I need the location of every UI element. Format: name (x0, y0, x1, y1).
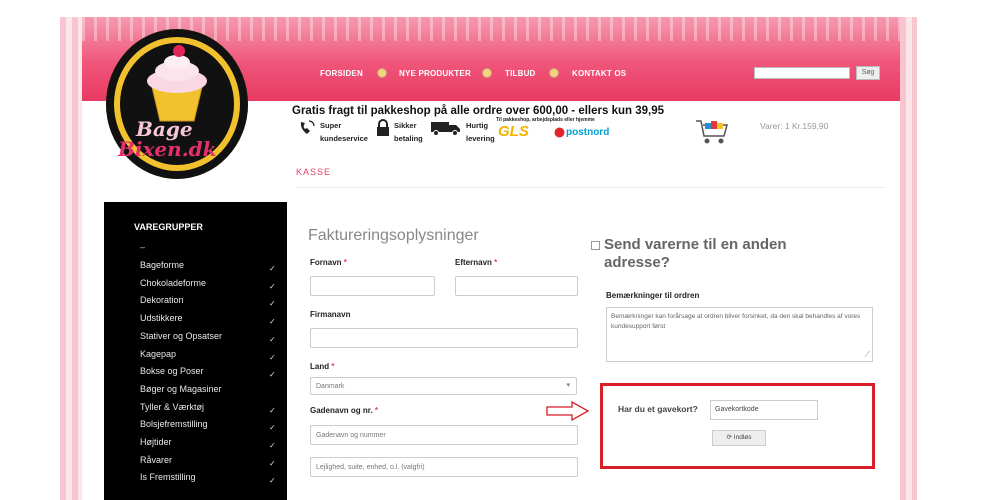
notes-label: Bemærkninger til ordren (606, 291, 700, 300)
arrow-right-icon (546, 401, 590, 421)
feature-line: levering (466, 134, 495, 143)
search-input[interactable] (754, 67, 850, 79)
nav-kontakt-os[interactable]: KONTAKT OS (572, 69, 626, 78)
feature-line: betaling (394, 134, 423, 143)
sidebar-item[interactable]: Is Fremstilling (140, 472, 196, 482)
lock-icon (377, 119, 389, 136)
required-mark: * (374, 406, 379, 415)
country-select[interactable]: Danmark ▾ (310, 377, 577, 395)
notes-placeholder: Bemærkninger kan forårsage at ordren bli… (611, 313, 861, 330)
gift-card-label: Har du et gavekort? (618, 404, 698, 414)
search-button[interactable]: Søg (856, 66, 880, 80)
checkmark-icon: ✓ (269, 423, 276, 433)
sidebar-title: VAREGRUPPER (134, 222, 203, 232)
sidebar-dash: – (140, 242, 146, 252)
feature-line: kundeservice (320, 134, 368, 143)
nav-tilbud[interactable]: TILBUD (505, 69, 536, 78)
sidebar-item[interactable]: Dekoration (140, 295, 184, 305)
checkmark-icon: ✓ (269, 334, 276, 344)
feature-betaling: Sikker betaling (394, 119, 423, 145)
lastname-field[interactable] (455, 276, 578, 296)
breadcrumb: KASSE (296, 167, 332, 177)
nav-separator-icon (377, 68, 387, 78)
checkmark-icon: ✓ (269, 405, 276, 415)
lastname-label: Efternavn * (455, 258, 497, 267)
sidebar-item[interactable]: Kagepap (140, 349, 176, 359)
label-text: Fornavn (310, 258, 342, 267)
feature-levering: Hurtig levering (466, 119, 495, 145)
phone-icon (300, 120, 315, 134)
sidebar-item[interactable]: Udstikkere (140, 313, 183, 323)
checkmark-icon: ✓ (269, 352, 276, 362)
billing-title: Faktureringsoplysninger (308, 227, 479, 244)
checkmark-icon: ✓ (269, 317, 276, 327)
ship-different-checkbox[interactable] (591, 241, 600, 250)
company-label: Firmanavn (310, 310, 351, 319)
chevron-down-icon: ▾ (566, 382, 570, 389)
resize-handle-icon[interactable]: ⟋ (864, 350, 870, 360)
label-text: Land (310, 362, 330, 371)
sidebar-item[interactable]: Bokse og Poser (140, 366, 204, 376)
redeem-button[interactable]: ⟳ Indløs (712, 430, 766, 446)
feature-line: Hurtig (466, 121, 489, 130)
checkmark-icon: ✓ (269, 370, 276, 380)
sidebar-item[interactable]: Bøger og Magasiner (140, 384, 222, 394)
country-value: Danmark (316, 383, 345, 390)
gift-card-highlight (600, 383, 875, 469)
sidebar-item[interactable]: Højtider (140, 437, 172, 447)
nav-separator-icon (482, 68, 492, 78)
street-field[interactable]: Gadenavn og nummer (310, 425, 578, 445)
logo-text-bixen: Bixen.dk (118, 137, 217, 161)
firstname-field[interactable] (310, 276, 435, 296)
gls-logo: GLS (498, 123, 529, 140)
sidebar-item[interactable]: Råvarer (140, 455, 172, 465)
postnord-logo: postnord (566, 127, 610, 138)
ship-different-title[interactable]: Send varerne til en anden adresse? (604, 236, 824, 272)
sidebar-item[interactable]: Bageforme (140, 260, 184, 270)
street2-field[interactable]: Lejlighed, suite, enhed, o.l. (valgfri) (310, 457, 578, 477)
checkmark-icon: ✓ (269, 281, 276, 291)
checkmark-icon: ✓ (269, 441, 276, 450)
sidebar-item[interactable]: Chokoladeforme (140, 278, 206, 288)
feature-line: Sikker (394, 121, 417, 130)
page-frame: FORSIDEN NYE PRODUKTER TILBUD KONTAKT OS… (60, 17, 917, 500)
shipping-banner: Gratis fragt til pakkeshop på alle ordre… (292, 105, 664, 117)
truck-icon (431, 122, 460, 136)
nav-separator-icon (549, 68, 559, 78)
country-label: Land * (310, 362, 334, 371)
gift-card-input[interactable]: Gavekortkode (710, 400, 818, 420)
redeem-label: Indløs (733, 434, 752, 441)
order-notes-textarea[interactable]: Bemærkninger kan forårsage at ordren bli… (606, 307, 873, 362)
sidebar-item[interactable]: Bolsjefremstilling (140, 419, 208, 429)
postnord-icon (554, 127, 565, 138)
nav-forsiden[interactable]: FORSIDEN (320, 69, 363, 78)
street-label: Gadenavn og nr. * (310, 406, 378, 415)
category-sidebar: VAREGRUPPER – Bageforme ✓ Chokoladeforme ✓ D… (104, 202, 287, 500)
label-text: Efternavn (455, 258, 492, 267)
refresh-icon: ⟳ (726, 434, 732, 441)
firstname-label: Fornavn * (310, 258, 347, 267)
checkmark-icon: ✓ (269, 476, 276, 486)
checkmark-icon: ✓ (269, 458, 276, 468)
sidebar-item[interactable]: Stativer og Opsatser (140, 331, 222, 341)
feature-line: Super (320, 121, 342, 130)
required-mark: * (343, 258, 347, 267)
site-logo[interactable]: Bage Bixen.dk (106, 29, 248, 179)
checkmark-icon: ✓ (269, 299, 276, 309)
cart-summary[interactable]: Varer: 1 Kr.159,90 (760, 121, 828, 131)
required-mark: * (494, 258, 498, 267)
checkmark-icon: ✓ (269, 264, 276, 273)
feature-kundeservice: Super kundeservice (320, 119, 368, 145)
nav-nye-produkter[interactable]: NYE PRODUKTER (399, 69, 471, 78)
sidebar-item[interactable]: Tyller & Værktøj (140, 402, 204, 412)
label-text: Gadenavn og nr. (310, 406, 373, 415)
company-field[interactable] (310, 328, 578, 348)
divider (296, 187, 886, 188)
shopping-cart-icon[interactable] (694, 118, 730, 146)
required-mark: * (331, 362, 335, 371)
